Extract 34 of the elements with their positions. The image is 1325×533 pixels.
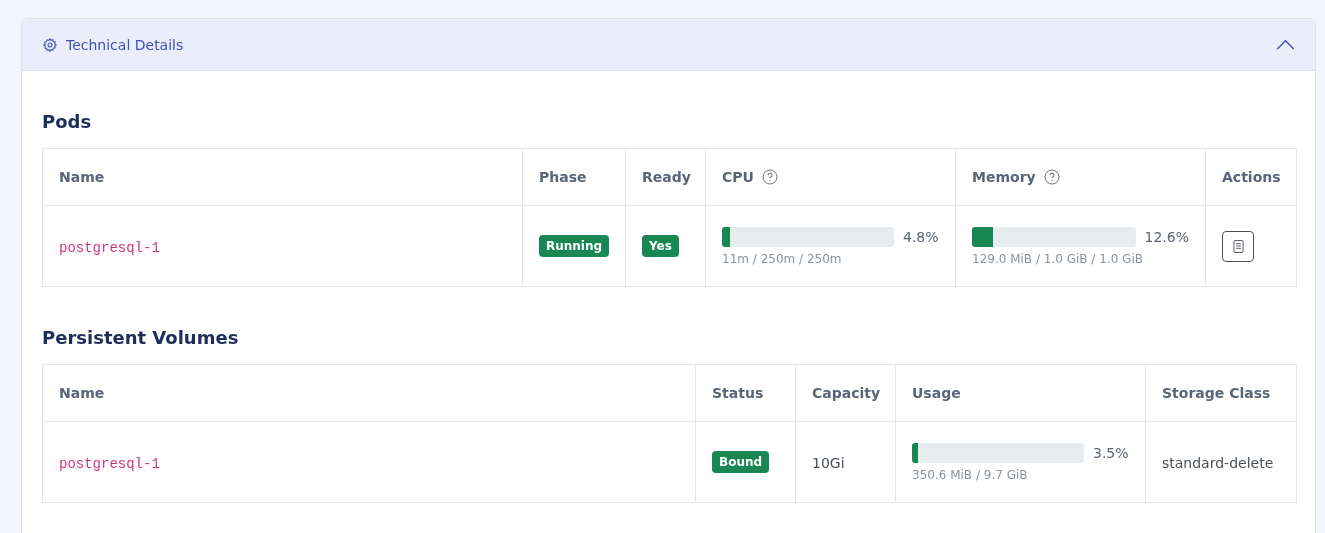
resource-name: postgresql-1 bbox=[59, 455, 160, 472]
column-header: Storage Class bbox=[1162, 385, 1271, 401]
chevron-up-icon[interactable] bbox=[1276, 39, 1295, 50]
usage-detail: 350.6 MiB / 9.7 GiB bbox=[912, 467, 1029, 482]
column-header: Ready bbox=[642, 169, 691, 185]
column-header: CPU bbox=[722, 169, 754, 185]
column-header: Name bbox=[59, 169, 105, 185]
column-header: Capacity bbox=[812, 385, 881, 401]
table-cell: standard-delete bbox=[1162, 454, 1274, 471]
logs-button[interactable] bbox=[1222, 230, 1254, 262]
column-header: Memory bbox=[972, 169, 1036, 185]
panel-title: Technical Details bbox=[66, 36, 185, 53]
section-heading: Persistent Volumes bbox=[42, 327, 240, 348]
column-header: Status bbox=[712, 385, 764, 401]
settings-icon bbox=[42, 36, 58, 53]
resource-name: postgresql-1 bbox=[59, 239, 160, 256]
column-header: Name bbox=[59, 385, 105, 401]
help-icon[interactable] bbox=[761, 169, 778, 185]
usage-detail: 129.0 MiB / 1.0 GiB / 1.0 GiB bbox=[972, 251, 1144, 266]
usage-detail: 11m / 250m / 250m bbox=[722, 251, 843, 266]
help-icon[interactable] bbox=[1043, 169, 1060, 185]
column-header: Phase bbox=[539, 169, 587, 185]
table-cell: 10Gi bbox=[812, 454, 845, 471]
column-header: Usage bbox=[912, 385, 961, 401]
usage-percent: 3.5% bbox=[1093, 444, 1129, 461]
usage-percent: 4.8% bbox=[903, 228, 939, 245]
column-header: Actions bbox=[1222, 169, 1281, 185]
usage-percent: 12.6% bbox=[1144, 228, 1189, 245]
panel-header[interactable]: Technical Details bbox=[22, 19, 1315, 71]
status-badge: Running bbox=[539, 235, 610, 257]
document-icon bbox=[1232, 239, 1244, 253]
status-badge: Bound bbox=[712, 451, 770, 473]
status-badge: Yes bbox=[642, 235, 679, 257]
section-heading: Pods bbox=[42, 111, 93, 132]
